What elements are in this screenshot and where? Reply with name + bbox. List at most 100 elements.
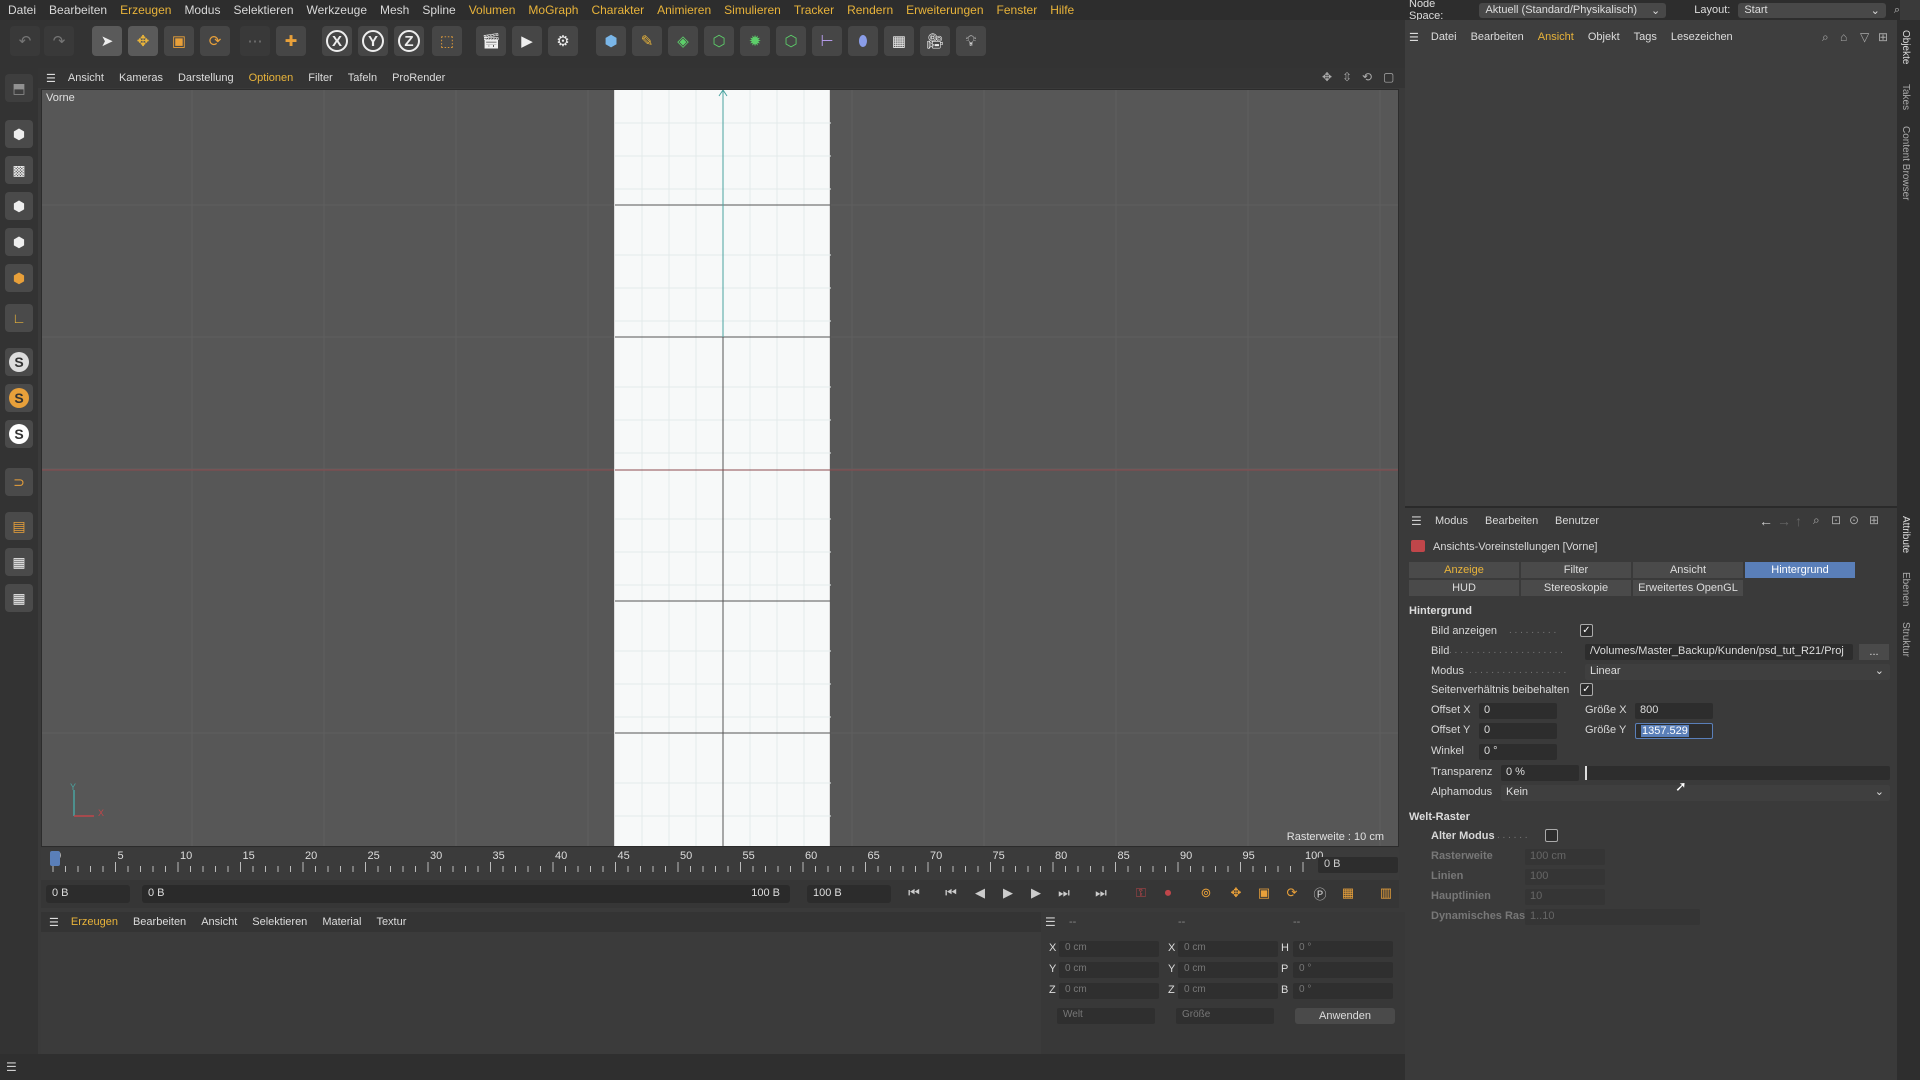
pos-y-field[interactable]: 0 cm	[1059, 962, 1159, 978]
end-frame-field[interactable]: 100 B	[807, 885, 891, 903]
redo-button[interactable]: ↷	[44, 26, 74, 56]
coord-mode-dropdown[interactable]: Welt	[1057, 1008, 1155, 1024]
cloner-button[interactable]: ⬡	[776, 26, 806, 56]
size-z-field[interactable]: 0 cm	[1178, 983, 1278, 999]
menu-charakter[interactable]: Charakter	[591, 3, 644, 17]
material-menu-material[interactable]: Material	[322, 916, 361, 928]
viewport-menu-tafeln[interactable]: Tafeln	[348, 72, 377, 84]
camera-button[interactable]: 🎥︎	[920, 26, 950, 56]
render-picture-viewer-button[interactable]: ▶	[512, 26, 542, 56]
attr-menu-edit[interactable]: Bearbeiten	[1485, 515, 1538, 527]
solo-off-button[interactable]: S	[5, 420, 33, 448]
layout-dropdown[interactable]: Start ⌄	[1738, 2, 1886, 18]
start-frame-field[interactable]: 0 B	[46, 885, 130, 903]
viewport-maximize-icon[interactable]: ▢	[1383, 70, 1394, 84]
rot-b-field[interactable]: 0 °	[1293, 983, 1393, 999]
up-arrow-icon[interactable]: ↑	[1795, 513, 1802, 529]
winkel-field[interactable]: 0 °	[1479, 744, 1557, 760]
size-mode-dropdown[interactable]: Größe	[1176, 1008, 1274, 1024]
aspect-checkbox[interactable]: ✓	[1580, 683, 1593, 696]
object-newpanel-icon[interactable]: ⊞	[1878, 30, 1888, 44]
bild-browse-button[interactable]: ...	[1859, 644, 1889, 660]
floor-button[interactable]: ▦	[884, 26, 914, 56]
bild-anzeigen-checkbox[interactable]: ✓	[1580, 624, 1593, 637]
viewport-rotate-icon[interactable]: ⟲	[1362, 70, 1372, 84]
viewport-move-icon[interactable]: ✥	[1322, 70, 1332, 84]
goto-end-button[interactable]: ⏭	[1090, 882, 1112, 904]
make-editable-button[interactable]: ⬒	[5, 74, 33, 102]
menu-mograph[interactable]: MoGraph	[528, 3, 578, 17]
axis-mode-button[interactable]: ∟	[5, 304, 33, 332]
scale-key-button[interactable]: ▣	[1253, 882, 1275, 904]
hamburger-icon[interactable]: ☰	[1411, 514, 1422, 528]
pos-z-field[interactable]: 0 cm	[1059, 983, 1159, 999]
tab-attributes[interactable]: Attribute	[1900, 516, 1911, 553]
edges-mode-button[interactable]: ⬢	[5, 228, 33, 256]
transparenz-field[interactable]: 0 %	[1501, 765, 1579, 781]
viewport-menu-prorender[interactable]: ProRender	[392, 72, 445, 84]
z-axis-lock-button[interactable]: Z	[394, 26, 424, 56]
object-menu-tags[interactable]: Tags	[1634, 31, 1657, 43]
tab-structure[interactable]: Struktur	[1900, 622, 1911, 657]
tab-hintergrund[interactable]: Hintergrund	[1745, 562, 1855, 578]
forward-arrow-icon[interactable]: →	[1777, 513, 1791, 529]
attr-menu-mode[interactable]: Modus	[1435, 515, 1468, 527]
tab-content-browser[interactable]: Content Browser	[1900, 126, 1911, 200]
pla-key-button[interactable]: ▦	[1337, 882, 1359, 904]
menu-animieren[interactable]: Animieren	[657, 3, 711, 17]
menu-erweiterungen[interactable]: Erweiterungen	[906, 3, 983, 17]
object-filter-icon[interactable]: ▽	[1860, 30, 1869, 44]
render-view-button[interactable]: 🎬︎	[476, 26, 506, 56]
size-x-field[interactable]: 0 cm	[1178, 941, 1278, 957]
search-icon[interactable]: ⌕	[1894, 4, 1900, 17]
rotation-key-button[interactable]: ⟳	[1281, 882, 1303, 904]
material-menu-selektieren[interactable]: Selektieren	[252, 916, 307, 928]
record-keys-button[interactable]: ⚿	[1130, 882, 1152, 904]
viewport-menu-darstellung[interactable]: Darstellung	[178, 72, 234, 84]
undo-button[interactable]: ↶	[10, 26, 40, 56]
bild-path-field[interactable]: /Volumes/Master_Backup/Kunden/psd_tut_R2…	[1585, 644, 1853, 660]
light-button[interactable]: 💡︎	[956, 26, 986, 56]
polygons-mode-button[interactable]: ⬢	[5, 264, 33, 292]
target-icon[interactable]: ⊙	[1849, 513, 1859, 527]
alter-modus-checkbox[interactable]	[1545, 829, 1558, 842]
front-viewport[interactable]: Vorne Rasterweite : 10 cm Y X	[41, 89, 1399, 847]
menu-simulieren[interactable]: Simulieren	[724, 3, 781, 17]
locked-workplane-button[interactable]: ▦	[5, 548, 33, 576]
hamburger-icon[interactable]: ☰	[49, 916, 59, 929]
menu-selektieren[interactable]: Selektieren	[233, 3, 293, 17]
autokey-button[interactable]: ⏺	[1157, 882, 1179, 904]
hamburger-icon[interactable]: ☰	[46, 72, 56, 85]
hamburger-icon[interactable]: ☰	[1409, 31, 1419, 44]
attr-search-icon[interactable]: ⌕	[1813, 513, 1820, 528]
menu-modus[interactable]: Modus	[184, 3, 220, 17]
transparenz-slider[interactable]	[1585, 766, 1890, 780]
workplane-button[interactable]: ▤	[5, 512, 33, 540]
goto-start-button[interactable]: ⏮	[903, 882, 925, 904]
size-y-field[interactable]: 0 cm	[1178, 962, 1278, 978]
menu-datei[interactable]: Datei	[8, 3, 36, 17]
prev-frame-button[interactable]: ◀	[969, 882, 991, 904]
timeline-layout-button[interactable]: ▥	[1375, 882, 1397, 904]
viewport-menu-ansicht[interactable]: Ansicht	[68, 72, 104, 84]
rotate-tool-button[interactable]: ⟳	[200, 26, 230, 56]
menu-hilfe[interactable]: Hilfe	[1050, 3, 1074, 17]
pen-spline-button[interactable]: ✎	[632, 26, 662, 56]
render-settings-button[interactable]: ⚙	[548, 26, 578, 56]
tab-objects[interactable]: Objekte	[1900, 30, 1911, 64]
object-menu-bearbeiten[interactable]: Bearbeiten	[1471, 31, 1524, 43]
subdivision-button[interactable]: ◈	[668, 26, 698, 56]
material-manager-area[interactable]	[41, 932, 1041, 1054]
menu-fenster[interactable]: Fenster	[997, 3, 1038, 17]
generator-button[interactable]: ⬡	[704, 26, 734, 56]
rot-p-field[interactable]: 0 °	[1293, 962, 1393, 978]
tab-filter[interactable]: Filter	[1521, 562, 1631, 578]
tab-anzeige[interactable]: Anzeige	[1409, 562, 1519, 578]
menu-werkzeuge[interactable]: Werkzeuge	[307, 3, 367, 17]
tab-layers[interactable]: Ebenen	[1900, 572, 1911, 606]
viewport-zoom-icon[interactable]: ⇳	[1342, 70, 1352, 84]
material-menu-ansicht[interactable]: Ansicht	[201, 916, 237, 928]
coordinate-tool-button[interactable]: ✚	[276, 26, 306, 56]
tab-hud[interactable]: HUD	[1409, 580, 1519, 596]
snap-button[interactable]: ⊃	[5, 468, 33, 496]
